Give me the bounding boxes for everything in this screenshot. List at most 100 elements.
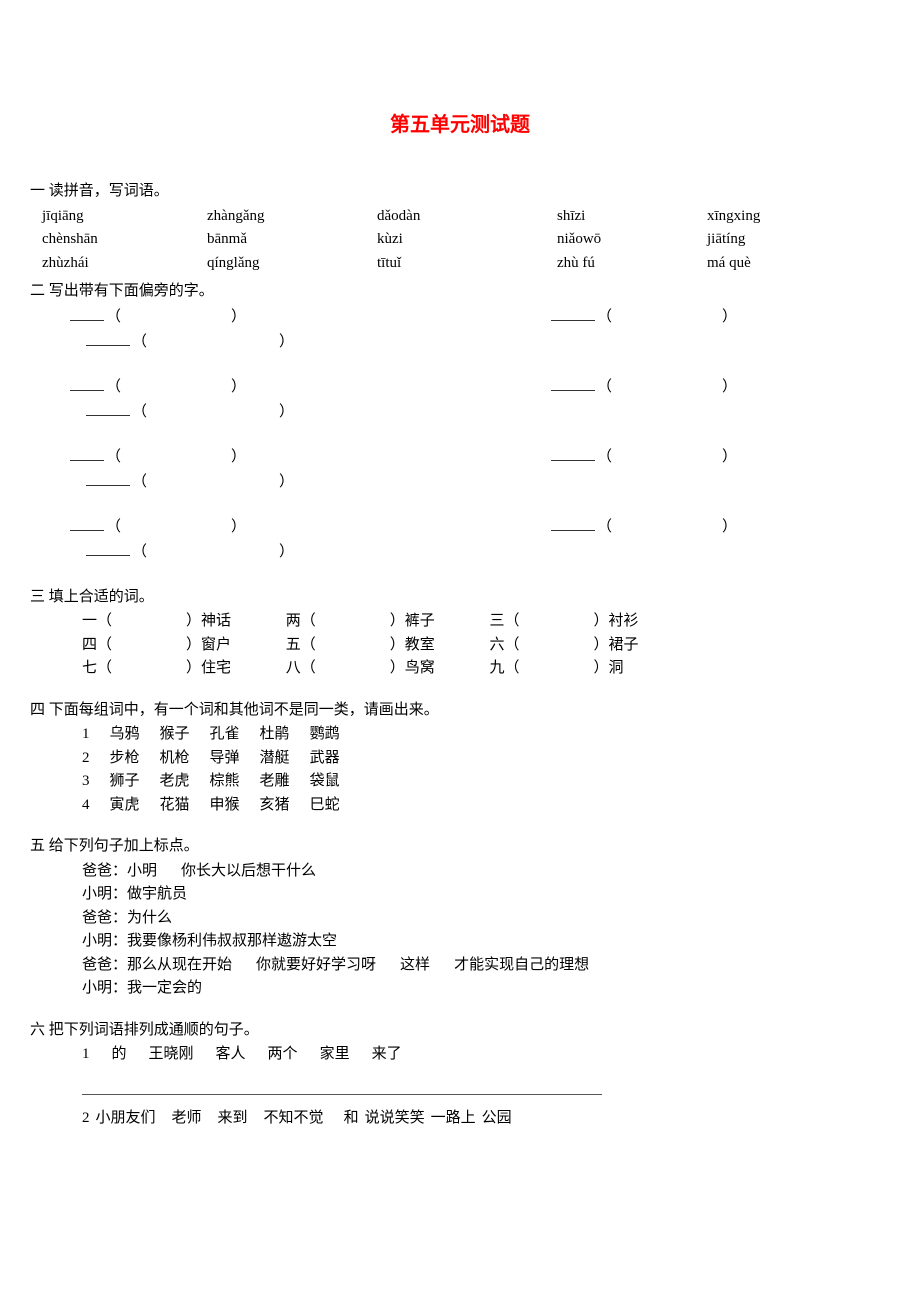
word: 棕熊 (210, 770, 240, 793)
row-num: 3 (82, 770, 90, 793)
fill-word: 洞 (609, 660, 624, 676)
fill-num: 五 (286, 637, 301, 653)
speaker: 爸爸： (82, 863, 127, 879)
token: 一路上 (431, 1110, 476, 1126)
pinyin-cell: jiātíng (707, 228, 827, 251)
token: 家里 (320, 1046, 350, 1062)
word: 鹦鹉 (310, 723, 340, 746)
word: 孔雀 (210, 723, 240, 746)
word: 袋鼠 (310, 770, 340, 793)
word: 寅虎 (110, 794, 140, 817)
pinyin-cell: shīzi (557, 205, 707, 228)
pinyin-cell: tītuǐ (377, 252, 557, 275)
token: 老师 (172, 1110, 202, 1126)
token: 不知不觉 (264, 1110, 324, 1126)
radical-blank[interactable]: （） (70, 446, 246, 469)
token: 和 (344, 1110, 359, 1126)
radical-group-2: （） （） （） (30, 376, 890, 424)
pinyin-cell: niǎowō (557, 228, 707, 251)
fill-num: 九 (490, 660, 505, 676)
page-title: 第五单元测试题 (30, 110, 890, 140)
reorder-q2: 2小朋友们老师来到不知不觉和说说笑笑一路上公园 (30, 1107, 890, 1130)
word: 花猫 (160, 794, 190, 817)
answer-line[interactable] (82, 1094, 602, 1095)
fill-num: 一 (82, 613, 97, 629)
word: 步枪 (110, 747, 140, 770)
word: 机枪 (160, 747, 190, 770)
token: 的 (112, 1046, 127, 1062)
pinyin-cell: zhàngǎng (207, 205, 377, 228)
word: 老雕 (260, 770, 290, 793)
radical-blank[interactable]: （） (86, 471, 294, 494)
token: 客人 (216, 1046, 246, 1062)
section-3-heading: 三 填上合适的词。 (30, 586, 890, 609)
segment: 那么从现在开始 (127, 957, 232, 973)
radical-blank[interactable]: （） (551, 306, 737, 329)
radical-blank[interactable]: （） (70, 306, 246, 329)
radical-blank[interactable]: （） (86, 541, 294, 564)
segment: 你长大以后想干什么 (181, 863, 316, 879)
segment: 这样 (400, 957, 430, 973)
fill-word: 住宅 (201, 660, 231, 676)
segment: 才能实现自己的理想 (454, 957, 589, 973)
token: 来了 (372, 1046, 402, 1062)
row-num: 2 (82, 747, 90, 770)
radical-blank[interactable]: （） (70, 376, 246, 399)
section-2-heading: 二 写出带有下面偏旁的字。 (30, 280, 890, 303)
fill-num: 三 (490, 613, 505, 629)
fill-num: 六 (490, 637, 505, 653)
section-4-heading: 四 下面每组词中，有一个词和其他词不是同一类，请画出来。 (30, 699, 890, 722)
pinyin-row-2: chènshān bānmǎ kùzi niǎowō jiātíng (30, 228, 890, 251)
word: 老虎 (160, 770, 190, 793)
section-6-heading: 六 把下列词语排列成通顺的句子。 (30, 1019, 890, 1042)
pinyin-cell: chènshān (42, 228, 207, 251)
word: 猴子 (160, 723, 190, 746)
radical-group-1: （） （） （） (30, 306, 890, 354)
q-num: 2 (82, 1110, 90, 1126)
radical-blank[interactable]: （） (86, 331, 294, 354)
section-1-heading: 一 读拼音，写词语。 (30, 180, 890, 203)
pinyin-cell: kùzi (377, 228, 557, 251)
pinyin-cell: jīqiāng (42, 205, 207, 228)
fill-num: 八 (286, 660, 301, 676)
fill-word: 窗户 (201, 637, 231, 653)
pinyin-cell: qínglǎng (207, 252, 377, 275)
word: 导弹 (210, 747, 240, 770)
fill-word: 鸟窝 (405, 660, 435, 676)
speaker: 爸爸： (82, 957, 127, 973)
dialog-line: 小明：我要像杨利伟叔叔那样遨游太空 (30, 930, 890, 953)
token: 王晓刚 (149, 1046, 194, 1062)
fill-row: 四（）窗户 五（）教室 六（）裙子 (30, 634, 890, 657)
segment: 为什么 (127, 910, 172, 926)
fill-word: 衬衫 (609, 613, 639, 629)
segment: 我要像杨利伟叔叔那样遨游太空 (127, 933, 337, 949)
pinyin-cell: zhùzhái (42, 252, 207, 275)
fill-word: 教室 (405, 637, 435, 653)
fill-word: 裙子 (609, 637, 639, 653)
segment: 做宇航员 (127, 886, 187, 902)
segment: 小明 (127, 863, 157, 879)
fill-num: 四 (82, 637, 97, 653)
fill-row: 七（）住宅 八（）鸟窝 九（）洞 (30, 657, 890, 680)
word: 狮子 (110, 770, 140, 793)
token: 公园 (482, 1110, 512, 1126)
dialog-line: 爸爸：为什么 (30, 907, 890, 930)
word: 亥猪 (260, 794, 290, 817)
radical-blank[interactable]: （） (551, 446, 737, 469)
radical-blank[interactable]: （） (70, 516, 246, 539)
pinyin-row-3: zhùzhái qínglǎng tītuǐ zhù fú má què (30, 252, 890, 275)
radical-group-3: （） （） （） (30, 446, 890, 494)
radical-blank[interactable]: （） (86, 401, 294, 424)
speaker: 小明： (82, 933, 127, 949)
token: 说说笑笑 (365, 1110, 425, 1126)
radical-blank[interactable]: （） (551, 376, 737, 399)
group-row: 1乌鸦猴子孔雀杜鹃鹦鹉 (30, 723, 890, 746)
fill-word: 裤子 (405, 613, 435, 629)
pinyin-row-1: jīqiāng zhàngǎng dǎodàn shīzi xīngxing (30, 205, 890, 228)
pinyin-cell: zhù fú (557, 252, 707, 275)
radical-blank[interactable]: （） (551, 516, 737, 539)
segment: 你就要好好学习呀 (256, 957, 376, 973)
word: 巳蛇 (310, 794, 340, 817)
word: 潜艇 (260, 747, 290, 770)
group-row: 2步枪机枪导弹潜艇武器 (30, 747, 890, 770)
